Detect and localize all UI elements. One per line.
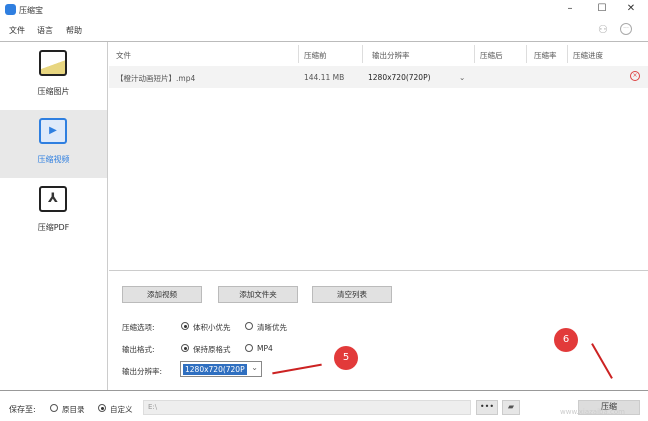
sidebar-item-label: 压缩图片 [37,87,70,96]
sidebar-item-video[interactable]: ▶ 压缩视频 [0,110,107,178]
chat-icon[interactable]: ··· [620,23,632,35]
radio-size-priority[interactable] [181,322,189,330]
cell-before: 144.11 MB [304,73,345,82]
menu-language[interactable]: 语言 [37,25,53,36]
annotation-arrow [591,343,613,379]
video-icon: ▶ [39,118,67,144]
watermark: www.xiazaiba.com [560,408,625,416]
cell-file: 【橙汁动画短片】.mp4 [116,74,196,83]
pdf-icon: ⅄ [39,186,67,212]
column-divider [567,45,568,63]
header-before: 压缩前 [304,51,327,60]
radio-label: 保持原格式 [193,345,231,354]
header-resolution: 输出分辨率 [372,51,410,60]
compress-options-label: 压缩选项: [122,323,155,332]
clear-list-button[interactable]: 清空列表 [312,286,392,303]
radio-keep-format[interactable] [181,344,189,352]
radio-label: 体积小优先 [193,323,231,332]
resolution-label: 输出分辨率: [122,367,163,376]
add-folder-button[interactable]: 添加文件夹 [218,286,298,303]
radio-label: MP4 [257,344,273,353]
format-label: 输出格式: [122,345,155,354]
annotation-arrow [272,363,322,375]
resolution-value: 1280x720(720P [183,364,247,375]
sidebar-item-label: 压缩视频 [37,155,70,164]
sidebar-item-label: 压缩PDF [37,223,70,232]
header-ratio: 压缩率 [534,51,557,60]
header-file: 文件 [116,51,131,60]
sidebar: 压缩图片 ▶ 压缩视频 ⅄ 压缩PDF [0,42,108,390]
menu-help[interactable]: 帮助 [66,25,82,36]
annotation-badge: 5 [334,346,358,370]
radio-label: 清晰优先 [257,323,287,332]
close-button[interactable]: ✕ [623,3,639,14]
radio-mp4[interactable] [245,344,253,352]
header-progress: 压缩进度 [573,51,603,60]
annotation-badge: 6 [554,328,578,352]
divider [0,390,648,391]
menu-file[interactable]: 文件 [9,25,25,36]
radio-original-dir[interactable] [50,404,58,412]
cell-resolution[interactable]: 1280x720(720P) [368,73,431,82]
add-video-button[interactable]: 添加视频 [122,286,202,303]
save-to-label: 保存至: [9,405,36,414]
app-logo-icon [5,4,16,15]
resolution-select[interactable]: 1280x720(720P ⌄ [180,361,262,377]
chevron-down-icon[interactable]: ⌄ [251,363,258,372]
app-title: 压缩宝 [19,6,43,15]
minimize-button[interactable]: – [562,3,578,14]
column-divider [362,45,363,63]
remove-icon[interactable]: × [630,71,640,81]
radio-custom-dir[interactable] [98,404,106,412]
column-divider [474,45,475,63]
divider [109,270,648,271]
image-icon [39,50,67,76]
save-path-input[interactable]: E:\ [143,400,471,415]
browse-button[interactable]: ••• [476,400,498,415]
folder-icon[interactable]: ▰ [502,400,520,415]
column-divider [526,45,527,63]
column-divider [298,45,299,63]
chevron-down-icon[interactable]: ⌄ [459,73,465,82]
header-after: 压缩后 [480,51,503,60]
title-bar: 压缩宝 – ☐ ✕ [0,0,648,20]
sidebar-item-image[interactable]: 压缩图片 [0,42,107,110]
user-icon[interactable]: ⚇ [598,23,608,36]
radio-label: 自定义 [110,405,133,414]
maximize-button[interactable]: ☐ [594,3,610,14]
radio-label: 原目录 [62,405,85,414]
radio-clarity-priority[interactable] [245,322,253,330]
sidebar-item-pdf[interactable]: ⅄ 压缩PDF [0,178,107,246]
